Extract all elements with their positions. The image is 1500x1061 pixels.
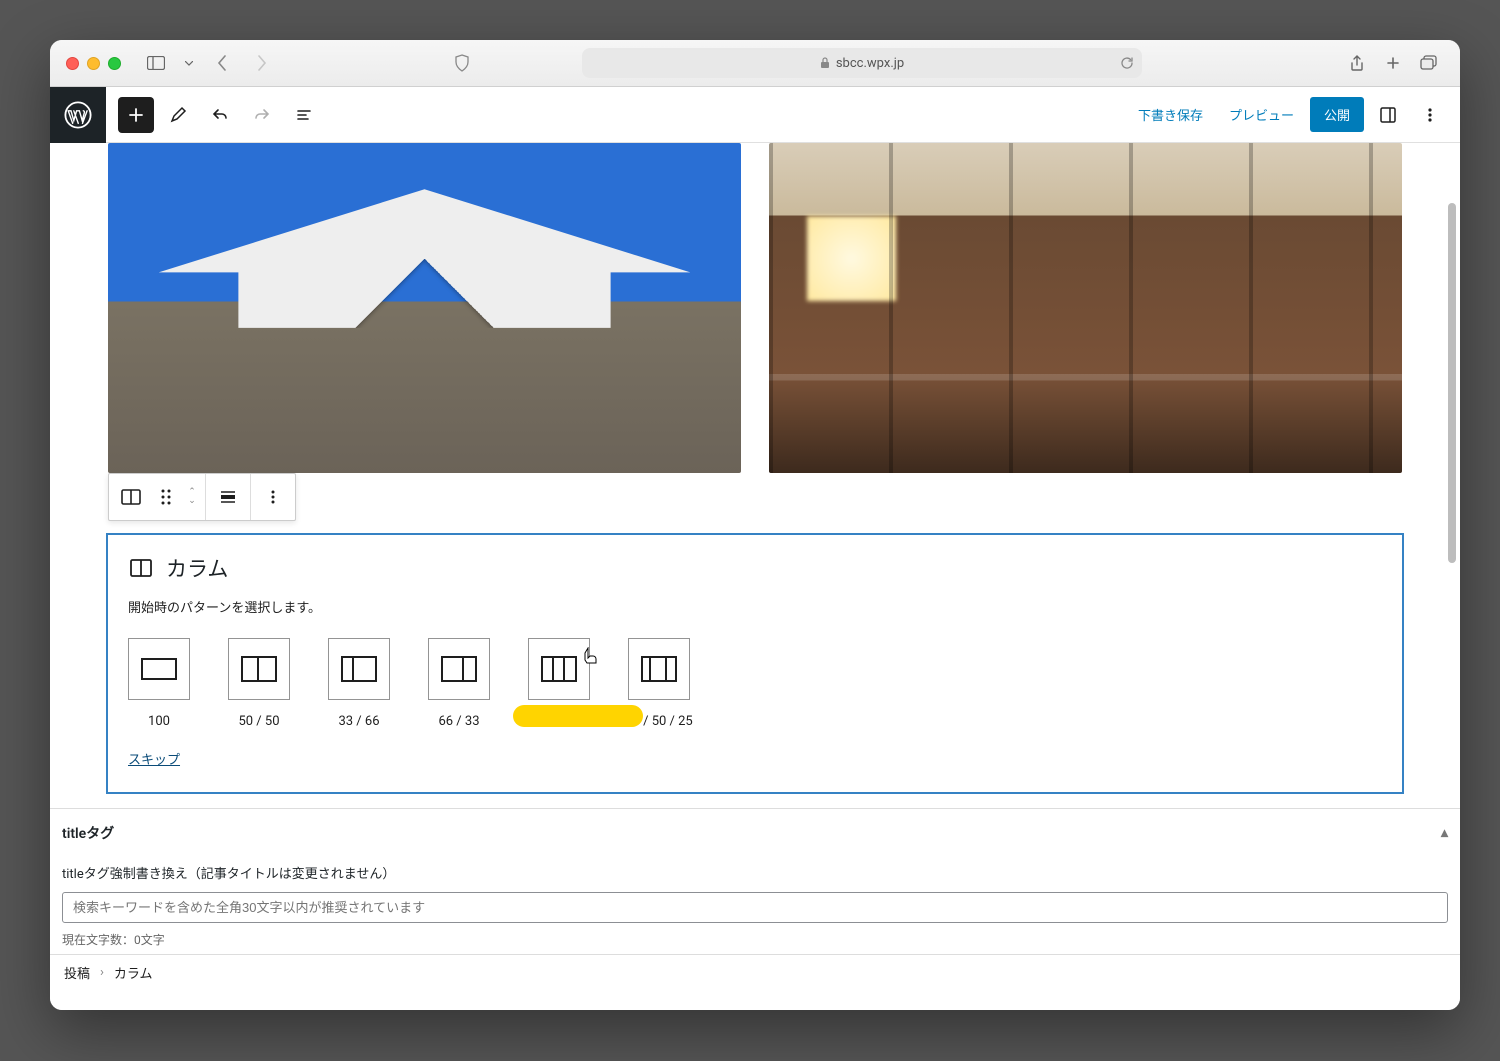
image-castle-interior[interactable] xyxy=(769,143,1402,473)
drag-handle-icon[interactable] xyxy=(153,474,179,520)
address-bar[interactable]: sbcc.wpx.jp xyxy=(582,48,1142,78)
wordpress-editor: 下書き保存 プレビュー 公開 xyxy=(50,87,1460,1010)
skip-link[interactable]: スキップ xyxy=(128,749,180,768)
char-count-text: 現在文字数：0文字 xyxy=(62,931,1448,948)
block-type-columns-icon[interactable] xyxy=(109,474,153,520)
sidebar-dropdown-button[interactable] xyxy=(181,49,197,77)
variant-label: 100 xyxy=(148,714,170,729)
editor-canvas[interactable]: ⌃⌄ xyxy=(50,143,1460,1010)
back-button[interactable] xyxy=(207,49,237,77)
safari-toolbar: sbcc.wpx.jp xyxy=(50,40,1460,87)
columns-block-placeholder: カラム 開始時のパターンを選択します。 100 50 / 50 33 / 66 66 … xyxy=(106,533,1404,794)
block-toolbar: ⌃⌄ xyxy=(108,473,296,521)
variant-label: 66 / 33 xyxy=(438,714,479,729)
column-variants-list: 10050 / 5033 / 6666 / 3333 / 33 / 3325 /… xyxy=(128,638,1382,729)
move-up-down-buttons[interactable]: ⌃⌄ xyxy=(179,474,205,520)
block-more-options-button[interactable] xyxy=(251,474,295,520)
variant-box xyxy=(228,638,290,700)
privacy-shield-icon[interactable] xyxy=(447,49,477,77)
sidebar-toggle-button[interactable] xyxy=(141,49,171,77)
scrollbar[interactable] xyxy=(1448,203,1456,563)
block-breadcrumb: 投稿 › カラム xyxy=(50,954,1460,990)
edit-mode-button[interactable] xyxy=(160,97,196,133)
chevron-down-icon[interactable]: ⌄ xyxy=(181,497,203,506)
variant-label: 50 / 50 xyxy=(238,714,279,729)
columns-block-title: カラム xyxy=(166,553,228,583)
preview-button[interactable]: プレビュー xyxy=(1219,97,1304,132)
add-block-button[interactable] xyxy=(118,97,154,133)
variant-box xyxy=(628,638,690,700)
columns-block-description: 開始時のパターンを選択します。 xyxy=(128,597,1382,616)
column-variant-50-50[interactable]: 50 / 50 xyxy=(228,638,290,729)
variant-label: 33 / 66 xyxy=(338,714,379,729)
title-tag-input[interactable] xyxy=(62,892,1448,923)
editor-top-toolbar: 下書き保存 プレビュー 公開 xyxy=(50,87,1460,143)
more-options-button[interactable] xyxy=(1412,97,1448,133)
columns-icon xyxy=(128,555,154,581)
share-button[interactable] xyxy=(1342,49,1372,77)
image-castle-exterior[interactable] xyxy=(108,143,741,473)
panel-collapse-icon[interactable]: ▴ xyxy=(1441,825,1448,841)
minimize-window-button[interactable] xyxy=(87,57,100,70)
forward-button[interactable] xyxy=(247,49,277,77)
redo-button[interactable] xyxy=(244,97,280,133)
column-variant-33-66[interactable]: 33 / 66 xyxy=(328,638,390,729)
publish-button[interactable]: 公開 xyxy=(1310,97,1364,132)
new-tab-button[interactable] xyxy=(1378,49,1408,77)
breadcrumb-root[interactable]: 投稿 xyxy=(64,963,90,982)
title-tag-sublabel: titleタグ強制書き換え（記事タイトルは変更されません） xyxy=(62,863,1448,882)
image-columns-row xyxy=(50,143,1460,473)
window-controls xyxy=(66,57,121,70)
undo-button[interactable] xyxy=(202,97,238,133)
browser-window: sbcc.wpx.jp xyxy=(50,40,1460,1010)
close-window-button[interactable] xyxy=(66,57,79,70)
title-tag-panel: titleタグ ▴ titleタグ強制書き換え（記事タイトルは変更されません） … xyxy=(50,808,1460,954)
zoom-window-button[interactable] xyxy=(108,57,121,70)
tabs-overview-button[interactable] xyxy=(1414,49,1444,77)
variant-box xyxy=(528,638,590,700)
url-text: sbcc.wpx.jp xyxy=(836,56,904,71)
chevron-right-icon: › xyxy=(100,965,104,980)
breadcrumb-current[interactable]: カラム xyxy=(114,963,153,982)
variant-box xyxy=(328,638,390,700)
column-variant-100[interactable]: 100 xyxy=(128,638,190,729)
title-tag-heading: titleタグ xyxy=(62,823,114,843)
annotation-highlight xyxy=(513,705,643,727)
variant-box xyxy=(128,638,190,700)
document-overview-button[interactable] xyxy=(286,97,322,133)
variant-box xyxy=(428,638,490,700)
save-draft-button[interactable]: 下書き保存 xyxy=(1128,97,1213,132)
settings-sidebar-toggle[interactable] xyxy=(1370,97,1406,133)
wordpress-logo-button[interactable] xyxy=(50,87,106,143)
column-variant-66-33[interactable]: 66 / 33 xyxy=(428,638,490,729)
alignment-button[interactable] xyxy=(206,474,250,520)
reload-icon[interactable] xyxy=(1120,56,1134,70)
lock-icon xyxy=(820,57,830,69)
